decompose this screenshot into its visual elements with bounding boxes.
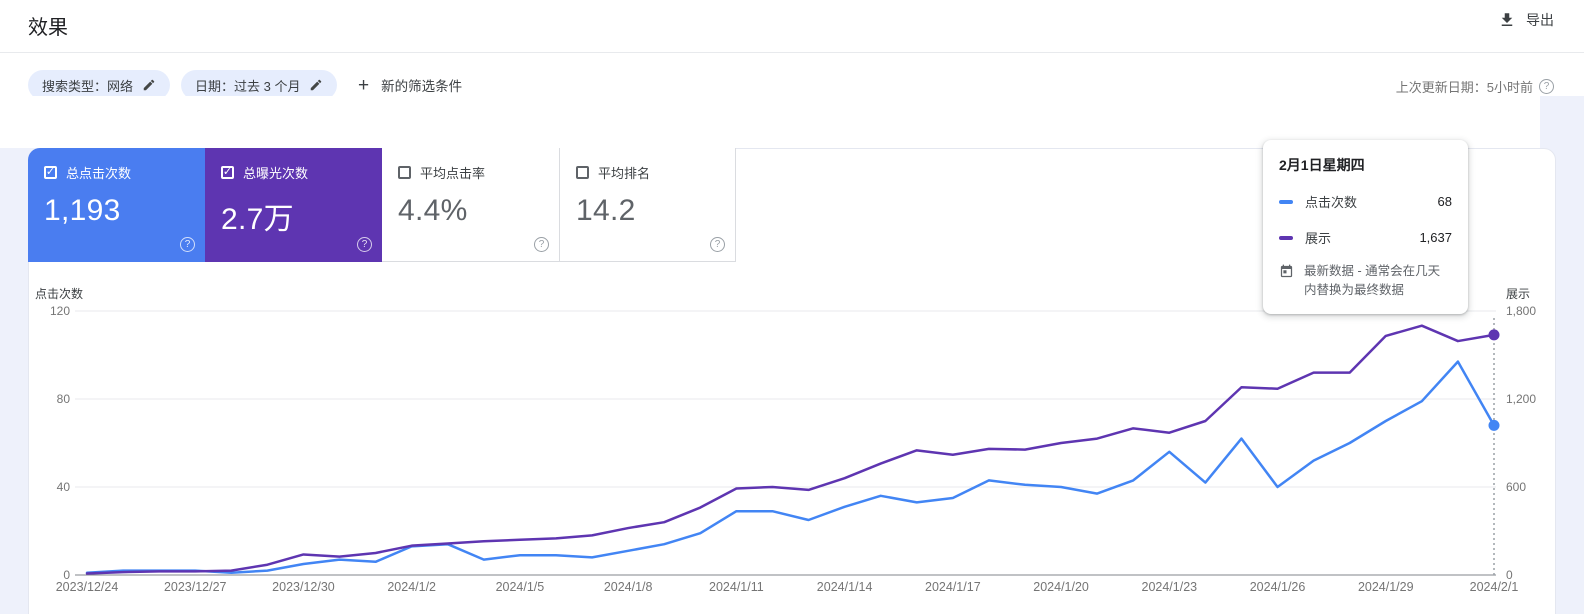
page-title: 效果 — [28, 17, 68, 39]
filter-chip-date-label: 日期：过去 3 个月 — [195, 78, 301, 94]
download-icon — [1498, 11, 1516, 29]
metric-value: 2.7万 — [221, 203, 294, 236]
edit-pencil-icon — [142, 78, 156, 92]
metric-card-avg-position[interactable]: 平均排名 14.2 ? — [559, 148, 736, 262]
edit-pencil-icon — [309, 78, 323, 92]
plus-icon: + — [358, 74, 370, 96]
filter-chip-search-type-label: 搜索类型：网络 — [42, 78, 134, 94]
tooltip-row-impressions: 展示 1,637 — [1279, 228, 1452, 247]
new-filter-label: 新的筛选条件 — [381, 79, 463, 94]
last-update-text: 上次更新日期：5小时前 — [1395, 80, 1533, 95]
metric-value: 14.2 — [576, 194, 636, 227]
metric-value: 4.4% — [398, 194, 468, 227]
chart-tooltip: 2月1日星期四 点击次数 68 展示 1,637 最新数据 - 通常会在几天内替… — [1263, 140, 1468, 314]
checkbox-unchecked-icon[interactable] — [398, 166, 411, 179]
help-icon[interactable]: ? — [710, 237, 725, 252]
metric-label: 平均排名 — [598, 166, 651, 181]
header-divider — [0, 52, 1584, 53]
tooltip-row-label: 展示 — [1305, 231, 1332, 246]
help-icon[interactable]: ? — [1539, 79, 1554, 94]
performance-page: 效果 导出 搜索类型：网络 日期：过去 3 个月 + 新的筛选条件 上次更新日期… — [0, 0, 1584, 614]
export-label: 导出 — [1526, 12, 1554, 28]
tooltip-row-value: 1,637 — [1419, 230, 1452, 245]
tooltip-row-value: 68 — [1437, 194, 1452, 209]
checkbox-unchecked-icon[interactable] — [576, 166, 589, 179]
tooltip-freshness-note: 最新数据 - 通常会在几天内替换为最终数据 — [1279, 262, 1452, 300]
metric-label: 总曝光次数 — [243, 166, 309, 181]
checkbox-checked-icon[interactable]: ✓ — [221, 166, 234, 179]
tooltip-date-title: 2月1日星期四 — [1279, 157, 1365, 173]
tooltip-row-clicks: 点击次数 68 — [1279, 192, 1452, 211]
metric-label: 总点击次数 — [66, 166, 132, 181]
calendar-icon — [1280, 264, 1293, 278]
help-icon[interactable]: ? — [534, 237, 549, 252]
help-icon[interactable]: ? — [180, 237, 195, 252]
right-axis-title: 展示 — [1506, 287, 1531, 301]
checkbox-checked-icon[interactable]: ✓ — [44, 166, 57, 179]
help-icon[interactable]: ? — [357, 237, 372, 252]
metric-value: 1,193 — [44, 194, 121, 227]
tooltip-row-label: 点击次数 — [1305, 195, 1358, 210]
metric-label: 平均点击率 — [420, 166, 486, 181]
tooltip-note-text: 最新数据 - 通常会在几天内替换为最终数据 — [1304, 264, 1441, 297]
scrollbar[interactable] — [1566, 100, 1584, 614]
metric-card-total-clicks[interactable]: ✓ 总点击次数 1,193 ? — [28, 148, 205, 262]
last-update-status: 上次更新日期：5小时前 ? — [1396, 77, 1554, 96]
impressions-series-swatch — [1279, 235, 1293, 240]
metric-card-avg-ctr[interactable]: 平均点击率 4.4% ? — [382, 148, 559, 262]
clicks-series-swatch — [1279, 199, 1293, 204]
left-axis-title: 点击次数 — [35, 287, 84, 301]
metric-card-total-impressions[interactable]: ✓ 总曝光次数 2.7万 ? — [205, 148, 382, 262]
export-button[interactable]: 导出 — [1498, 10, 1554, 30]
